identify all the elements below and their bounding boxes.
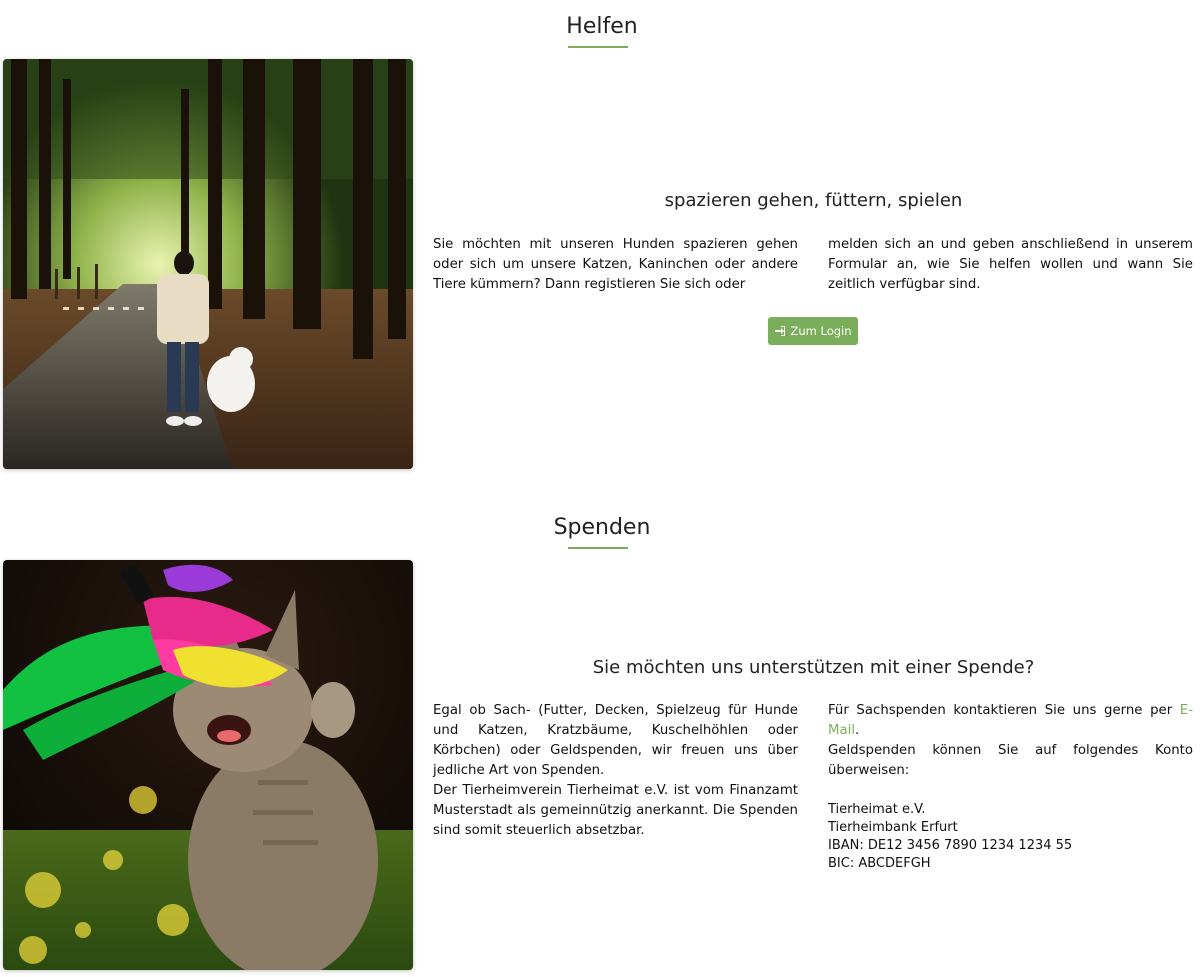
spenden-paragraph-right-2: Geldspenden können Sie auf folgendes Kon… [828, 743, 1193, 778]
spenden-text-right: Für Sachspenden kontaktieren Sie uns ger… [828, 701, 1193, 873]
helfen-photo [3, 59, 413, 469]
helfen-paragraph-right: melden sich an und geben anschließend in… [828, 237, 1193, 292]
helfen-subtitle: spazieren gehen, füttern, spielen [664, 190, 963, 211]
sign-in-icon [774, 325, 786, 337]
helfen-section: Helfen spazieren gehen, füttern, spielen… [0, 0, 1204, 500]
login-button-label: Zum Login [790, 324, 852, 338]
sachspenden-period: . [855, 723, 860, 738]
bank-name: Tierheimbank Erfurt [828, 820, 958, 835]
spenden-text-left: Egal ob Sach- (Futter, Decken, Spielzeug… [433, 701, 798, 841]
spenden-section: Spenden Sie möchten uns unterstützen mit… [0, 500, 1204, 977]
spenden-paragraph-right-1: Für Sachspenden kontaktieren Sie uns ger… [828, 701, 1193, 741]
bank-iban: IBAN: DE12 3456 7890 1234 1234 55 [828, 838, 1073, 853]
bank-details: Tierheimat e.V. Tierheimbank Erfurt IBAN… [828, 801, 1193, 873]
bank-bic: BIC: ABCDEFGH [828, 856, 931, 871]
helfen-text-left: Sie möchten mit unseren Hunden spazieren… [433, 235, 798, 295]
login-button[interactable]: Zum Login [768, 317, 858, 345]
spenden-photo [3, 560, 413, 970]
helfen-paragraph-left: Sie möchten mit unseren Hunden spazieren… [433, 237, 798, 292]
spenden-title-underline [568, 547, 628, 549]
helfen-text-right: melden sich an und geben anschließend in… [828, 235, 1193, 295]
spenden-paragraph-left-1: Egal ob Sach- (Futter, Decken, Spielzeug… [433, 703, 798, 778]
sachspenden-text: Für Sachspenden kontaktieren Sie uns ger… [828, 703, 1180, 718]
spenden-paragraph-left-2: Der Tierheimverein Tierheimat e.V. ist v… [433, 783, 798, 838]
spenden-title: Spenden [553, 515, 651, 540]
helfen-title-underline [568, 46, 628, 48]
helfen-title: Helfen [566, 14, 638, 39]
bank-account-holder: Tierheimat e.V. [828, 802, 926, 817]
spenden-subtitle: Sie möchten uns unterstützen mit einer S… [592, 657, 1035, 678]
